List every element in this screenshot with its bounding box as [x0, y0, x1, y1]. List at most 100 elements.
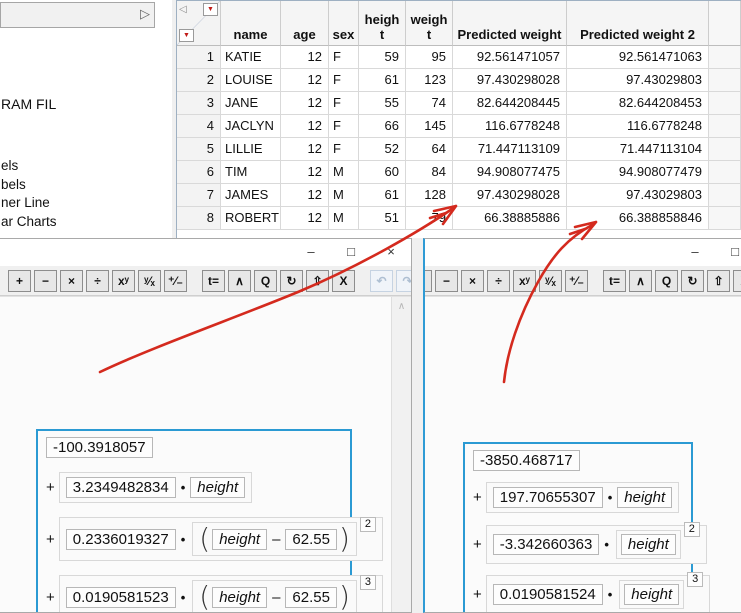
name-cell[interactable]: ROBERT — [221, 207, 281, 230]
sex-cell[interactable]: F — [329, 69, 359, 92]
weight-cell[interactable]: 128 — [406, 184, 453, 207]
column-header[interactable]: sex — [329, 1, 359, 46]
height-cell[interactable]: 61 — [359, 184, 406, 207]
intercept-value-box[interactable]: -3850.468717 — [473, 450, 580, 471]
sex-cell[interactable]: M — [329, 184, 359, 207]
predicted-weight-cell[interactable]: 97.430298028 — [453, 69, 567, 92]
age-cell[interactable]: 12 — [281, 69, 329, 92]
sidebar-item[interactable]: ar Charts — [1, 213, 57, 232]
minus-button[interactable]: − — [435, 269, 458, 292]
divide-button[interactable]: ÷ — [487, 269, 510, 292]
paren-group-box[interactable]: (height –62.55) — [192, 580, 357, 612]
row-number-cell[interactable]: 5 — [177, 138, 221, 161]
term-group-box[interactable]: 0.2336019327 •(height –62.55) 2 — [58, 516, 384, 561]
row-number-cell[interactable]: 4 — [177, 115, 221, 138]
power-group-box[interactable]: height — [615, 529, 681, 559]
predicted-weight-cell[interactable]: 97.430298028 — [453, 184, 567, 207]
variable-box[interactable]: height — [624, 583, 680, 605]
coefficient-box[interactable]: 0.0190581524 — [492, 583, 603, 605]
column-header[interactable]: age — [281, 1, 329, 46]
maximize-button[interactable]: □ — [715, 239, 741, 265]
sidebar-collapsed-panel-header[interactable]: ▷ — [0, 2, 155, 28]
sex-cell[interactable]: M — [329, 161, 359, 184]
row-number-cell[interactable]: 6 — [177, 161, 221, 184]
predicted-weight-2-cell[interactable]: 94.908077479 — [567, 161, 709, 184]
center-value-box[interactable]: 62.55 — [285, 528, 337, 550]
power-button[interactable]: xʸ — [513, 269, 536, 292]
height-cell[interactable]: 66 — [359, 115, 406, 138]
exponent-box[interactable]: 3 — [359, 574, 377, 590]
row-number-cell[interactable]: 2 — [177, 69, 221, 92]
term-group-box[interactable]: 197.70655307 • height — [485, 482, 680, 514]
weight-cell[interactable]: 123 — [406, 69, 453, 92]
predicted-weight-cell[interactable]: 82.644208445 — [453, 92, 567, 115]
sidebar-item[interactable]: ner Line — [1, 194, 57, 213]
height-cell[interactable]: 59 — [359, 46, 406, 69]
age-cell[interactable]: 12 — [281, 92, 329, 115]
root-button[interactable]: ʸ⁄ₓ — [138, 269, 161, 292]
age-cell[interactable]: 12 — [281, 46, 329, 69]
sex-cell[interactable]: F — [329, 115, 359, 138]
variable-box[interactable]: height — [212, 586, 268, 608]
multiply-button[interactable]: × — [60, 269, 83, 292]
columns-menu-icon[interactable]: ▼ — [203, 3, 218, 16]
exponent-box[interactable]: 2 — [359, 516, 377, 532]
height-cell[interactable]: 60 — [359, 161, 406, 184]
column-header[interactable]: Predicted weight 2 — [567, 1, 709, 46]
window-titlebar[interactable]: – □ × — [0, 239, 411, 266]
sex-cell[interactable]: M — [329, 207, 359, 230]
minus-button[interactable]: − — [34, 269, 57, 292]
rotate-button[interactable]: ↻ — [280, 269, 303, 292]
vertical-scrollbar[interactable]: ∧ — [391, 297, 411, 612]
sex-cell[interactable]: F — [329, 92, 359, 115]
weight-cell[interactable]: 79 — [406, 207, 453, 230]
power-button[interactable]: xʸ — [112, 269, 135, 292]
height-cell[interactable]: 55 — [359, 92, 406, 115]
coefficient-box[interactable]: 0.2336019327 — [65, 528, 176, 550]
coefficient-box[interactable]: 3.2349482834 — [65, 477, 176, 498]
row-number-cell[interactable]: 7 — [177, 184, 221, 207]
variable-box[interactable]: height — [620, 533, 676, 555]
coefficient-box[interactable]: 197.70655307 — [492, 487, 603, 509]
weight-cell[interactable]: 84 — [406, 161, 453, 184]
variable-box[interactable]: height — [617, 487, 673, 509]
power-group-box[interactable]: height — [619, 579, 685, 609]
sex-cell[interactable]: F — [329, 138, 359, 161]
height-cell[interactable]: 51 — [359, 207, 406, 230]
name-cell[interactable]: JACLYN — [221, 115, 281, 138]
term-group-box[interactable]: 0.0190581524 • height 3 — [485, 571, 711, 612]
predicted-weight-2-cell[interactable]: 71.447113104 — [567, 138, 709, 161]
age-cell[interactable]: 12 — [281, 115, 329, 138]
plus-button[interactable]: + — [8, 269, 31, 292]
loupe-button[interactable]: Q — [254, 269, 277, 292]
coefficient-box[interactable]: 0.0190581523 — [65, 586, 176, 608]
height-cell[interactable]: 52 — [359, 138, 406, 161]
paren-group-box[interactable]: (height –62.55) — [192, 522, 357, 556]
maximize-button[interactable]: □ — [331, 239, 371, 265]
name-cell[interactable]: TIM — [221, 161, 281, 184]
t-equals-button[interactable]: t= — [603, 269, 626, 292]
predicted-weight-2-cell[interactable]: 66.388858846 — [567, 207, 709, 230]
loupe-button[interactable]: Q — [655, 269, 678, 292]
minimize-button[interactable]: – — [675, 239, 715, 265]
name-cell[interactable]: JAMES — [221, 184, 281, 207]
intercept-value-box[interactable]: -100.3918057 — [46, 437, 153, 458]
sign-toggle-button[interactable]: ⁺⁄₋ — [164, 269, 187, 292]
age-cell[interactable]: 12 — [281, 138, 329, 161]
variable-box[interactable]: height — [212, 528, 268, 550]
name-cell[interactable]: LOUISE — [221, 69, 281, 92]
rotate-button[interactable]: ↻ — [681, 269, 704, 292]
name-cell[interactable]: JANE — [221, 92, 281, 115]
predicted-weight-2-cell[interactable]: 82.644208453 — [567, 92, 709, 115]
weight-cell[interactable]: 64 — [406, 138, 453, 161]
predicted-weight-2-cell[interactable]: 97.43029803 — [567, 69, 709, 92]
row-number-cell[interactable]: 8 — [177, 207, 221, 230]
predicted-weight-2-cell[interactable]: 92.561471063 — [567, 46, 709, 69]
name-cell[interactable]: KATIE — [221, 46, 281, 69]
term-group-box[interactable]: 3.2349482834 • height — [58, 472, 253, 503]
variable-box[interactable]: height — [190, 477, 246, 498]
column-header[interactable]: Predicted weight — [453, 1, 567, 46]
height-cell[interactable]: 61 — [359, 69, 406, 92]
exponent-box[interactable]: 3 — [687, 571, 704, 587]
name-cell[interactable]: LILLIE — [221, 138, 281, 161]
